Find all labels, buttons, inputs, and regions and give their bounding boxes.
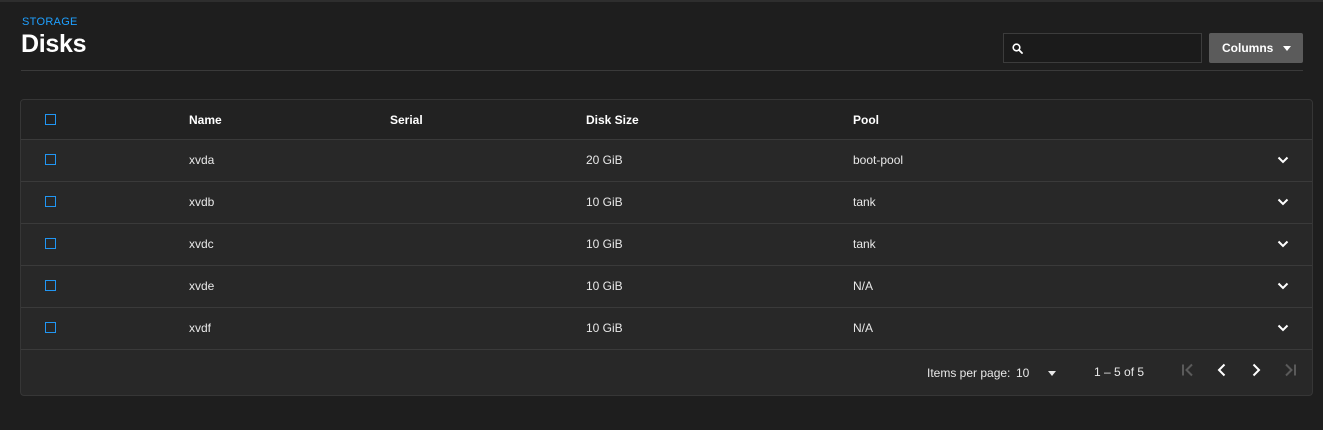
table-row[interactable]: xvda 20 GiB boot-pool bbox=[21, 140, 1312, 182]
cell-disk-size: 10 GiB bbox=[586, 237, 623, 251]
table-row[interactable]: xvde 10 GiB N/A bbox=[21, 266, 1312, 308]
columns-button[interactable]: Columns bbox=[1209, 33, 1303, 63]
cell-disk-size: 10 GiB bbox=[586, 195, 623, 209]
items-per-page-select[interactable]: 10 bbox=[1016, 366, 1064, 382]
table-row[interactable]: xvdc 10 GiB tank bbox=[21, 224, 1312, 266]
cell-disk-size: 10 GiB bbox=[586, 279, 623, 293]
column-header-pool[interactable]: Pool bbox=[853, 113, 879, 127]
previous-page-icon[interactable] bbox=[1216, 363, 1228, 377]
cell-pool: tank bbox=[853, 237, 876, 251]
table-header-row: Name Serial Disk Size Pool bbox=[21, 100, 1312, 140]
row-checkbox[interactable] bbox=[45, 238, 56, 249]
first-page-icon[interactable] bbox=[1180, 363, 1196, 377]
chevron-down-icon[interactable] bbox=[1277, 324, 1289, 332]
column-header-name[interactable]: Name bbox=[189, 113, 222, 127]
cell-name: xvdb bbox=[189, 195, 215, 209]
cell-pool: N/A bbox=[853, 321, 874, 335]
page-range-label: 1 – 5 of 5 bbox=[1094, 365, 1145, 379]
paginator: Items per page: 10 1 – 5 of 5 bbox=[21, 348, 1312, 395]
row-checkbox[interactable] bbox=[45, 280, 56, 291]
disks-table: Name Serial Disk Size Pool xvda 20 GiB b… bbox=[20, 99, 1313, 396]
page-title: Disks bbox=[21, 30, 87, 58]
search-field[interactable] bbox=[1003, 33, 1202, 64]
row-checkbox[interactable] bbox=[45, 196, 56, 207]
last-page-icon[interactable] bbox=[1282, 363, 1298, 377]
caret-down-icon bbox=[1283, 46, 1291, 51]
caret-down-icon bbox=[1048, 371, 1056, 376]
table-row[interactable]: xvdf 10 GiB N/A bbox=[21, 308, 1312, 350]
chevron-down-icon[interactable] bbox=[1277, 156, 1289, 164]
cell-pool: boot-pool bbox=[853, 153, 904, 167]
row-checkbox[interactable] bbox=[45, 322, 56, 333]
cell-name: xvda bbox=[189, 153, 215, 167]
table-row[interactable]: xvdb 10 GiB tank bbox=[21, 182, 1312, 224]
cell-name: xvdc bbox=[189, 237, 214, 251]
cell-name: xvdf bbox=[189, 321, 212, 335]
cell-disk-size: 10 GiB bbox=[586, 321, 623, 335]
column-header-disk-size[interactable]: Disk Size bbox=[586, 113, 639, 127]
chevron-down-icon[interactable] bbox=[1277, 282, 1289, 290]
items-per-page-value: 10 bbox=[1016, 366, 1030, 380]
cell-name: xvde bbox=[189, 279, 215, 293]
column-header-serial[interactable]: Serial bbox=[390, 113, 423, 127]
select-all-checkbox[interactable] bbox=[45, 114, 56, 125]
chevron-down-icon[interactable] bbox=[1277, 240, 1289, 248]
search-icon bbox=[1012, 43, 1023, 54]
header-divider bbox=[21, 70, 1303, 71]
chevron-down-icon[interactable] bbox=[1277, 198, 1289, 206]
items-per-page-label: Items per page: bbox=[927, 366, 1011, 380]
top-border bbox=[0, 0, 1323, 2]
next-page-icon[interactable] bbox=[1250, 363, 1262, 377]
search-input[interactable] bbox=[1030, 34, 1202, 64]
cell-pool: N/A bbox=[853, 279, 874, 293]
cell-pool: tank bbox=[853, 195, 876, 209]
breadcrumb[interactable]: STORAGE bbox=[22, 16, 78, 28]
row-checkbox[interactable] bbox=[45, 154, 56, 165]
cell-disk-size: 20 GiB bbox=[586, 153, 623, 167]
columns-button-label: Columns bbox=[1222, 41, 1274, 55]
